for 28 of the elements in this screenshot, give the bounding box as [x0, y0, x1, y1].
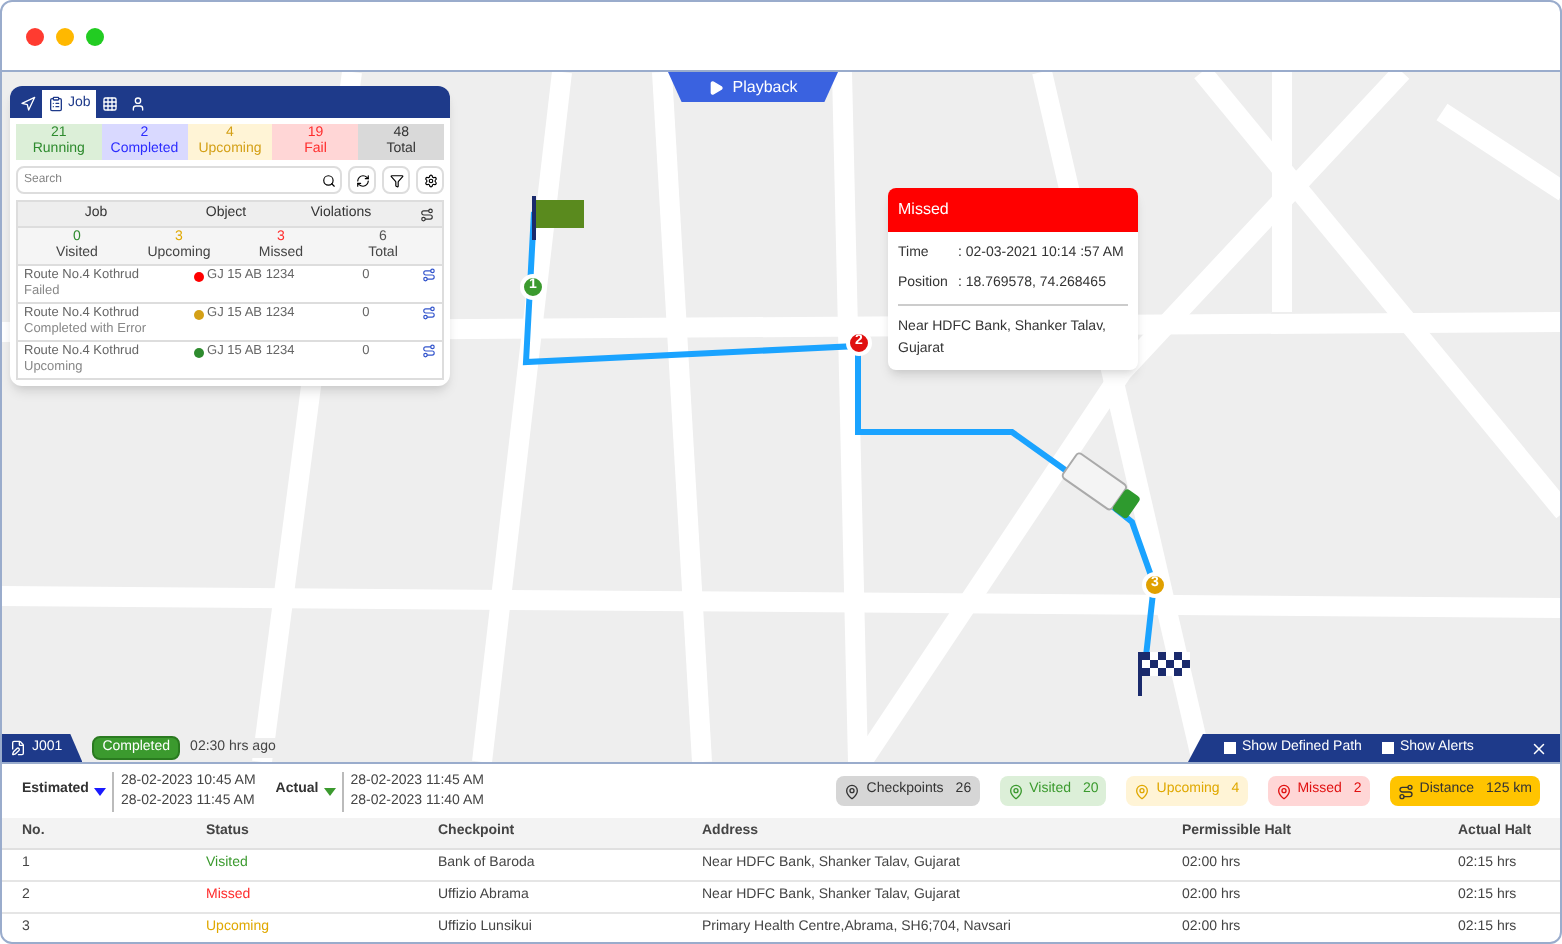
route-icon[interactable]	[422, 344, 436, 358]
close-icon[interactable]	[1530, 739, 1548, 757]
navigation-arrow-icon	[20, 96, 36, 112]
edit-document-icon	[10, 740, 26, 756]
refresh-icon	[355, 173, 369, 187]
pin-icon	[844, 783, 861, 799]
truck-icon	[1058, 452, 1146, 524]
road-icon	[1397, 783, 1414, 799]
filter-button[interactable]	[382, 166, 410, 194]
route-icon[interactable]	[422, 306, 436, 320]
refresh-button[interactable]	[348, 166, 376, 194]
filter-icon	[389, 173, 403, 187]
person-icon	[130, 96, 147, 112]
search-icon[interactable]	[322, 173, 336, 187]
grid-icon	[102, 96, 119, 112]
pin-icon	[1134, 783, 1151, 799]
clipboard-icon	[48, 96, 64, 112]
pin-icon	[1007, 783, 1024, 799]
start-flag-icon	[532, 196, 584, 240]
route-icon	[420, 207, 434, 221]
playback-tab[interactable]: Playback	[668, 72, 838, 102]
settings-button[interactable]	[416, 166, 444, 194]
pin-icon	[1275, 783, 1292, 799]
play-icon	[708, 79, 725, 95]
finish-flag-icon	[1138, 652, 1190, 696]
settings-icon	[423, 173, 437, 187]
popup-title: Missed	[888, 188, 1138, 232]
route-icon[interactable]	[422, 268, 436, 282]
